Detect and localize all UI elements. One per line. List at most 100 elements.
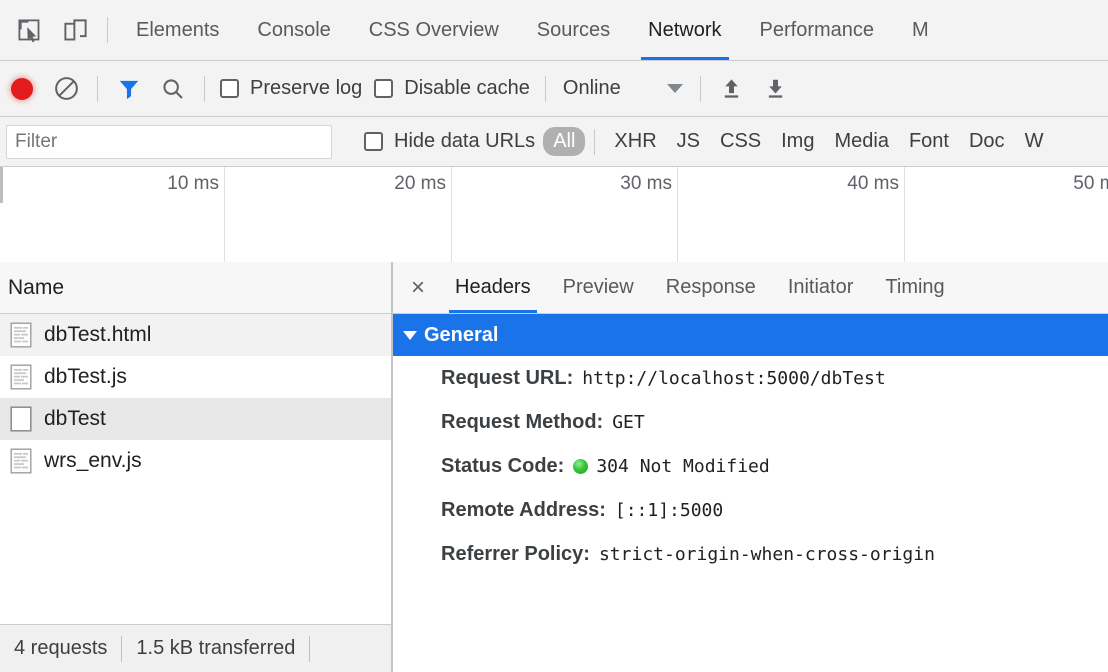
throttling-select[interactable]: Online — [555, 77, 691, 100]
devtools-window: Elements Console CSS Overview Sources Ne… — [0, 0, 1108, 672]
header-value: [::1]:5000 — [615, 500, 723, 521]
request-count: 4 requests — [0, 637, 121, 660]
download-icon — [763, 76, 788, 101]
ruler-tick-label-2: 20 ms — [394, 173, 446, 195]
toolbar-divider-3 — [545, 76, 546, 102]
request-row-dbtest[interactable]: dbTest — [0, 398, 391, 440]
filter-type-ws[interactable]: W — [1015, 127, 1054, 156]
tab-initiator[interactable]: Initiator — [772, 262, 870, 313]
disable-cache-label: Disable cache — [404, 77, 530, 100]
document-icon — [10, 364, 32, 390]
blank-document-icon — [10, 406, 32, 432]
request-row-dbtest-html[interactable]: dbTest.html — [0, 314, 391, 356]
header-row-referrer-policy: Referrer Policy: strict-origin-when-cros… — [393, 532, 1108, 576]
tab-elements[interactable]: Elements — [117, 0, 238, 60]
disable-cache-box — [374, 79, 393, 98]
disable-cache-checkbox[interactable]: Disable cache — [368, 77, 536, 100]
header-row-remote-address: Remote Address: [::1]:5000 — [393, 488, 1108, 532]
filter-type-css[interactable]: CSS — [710, 127, 771, 156]
document-icon — [10, 448, 32, 474]
preserve-log-box — [220, 79, 239, 98]
detail-tabbar: × Headers Preview Response Initiator Tim… — [393, 262, 1108, 314]
preserve-log-checkbox[interactable]: Preserve log — [214, 77, 368, 100]
filter-input[interactable] — [6, 125, 332, 159]
ruler-tick-label-5: 50 ms — [1073, 173, 1108, 195]
preserve-log-label: Preserve log — [250, 77, 362, 100]
request-detail-panel: × Headers Preview Response Initiator Tim… — [393, 262, 1108, 672]
filter-type-doc[interactable]: Doc — [959, 127, 1015, 156]
header-key: Status Code: — [441, 455, 564, 478]
request-column-header[interactable]: Name — [0, 262, 391, 314]
funnel-icon — [116, 76, 142, 102]
tab-network[interactable]: Network — [629, 0, 740, 60]
section-header-general[interactable]: General — [393, 314, 1108, 356]
toolbar-divider-1 — [97, 76, 98, 102]
status-divider-2 — [309, 636, 310, 662]
tab-console[interactable]: Console — [238, 0, 349, 60]
header-value: http://localhost:5000/dbTest — [582, 368, 885, 389]
tab-css-overview[interactable]: CSS Overview — [350, 0, 518, 60]
request-name: dbTest.js — [44, 365, 127, 389]
ruler-tick-label-3: 30 ms — [620, 173, 672, 195]
filter-bar: Hide data URLs All XHR JS CSS Img Media … — [0, 117, 1108, 167]
status-ok-icon — [573, 459, 588, 474]
header-row-request-url: Request URL: http://localhost:5000/dbTes… — [393, 356, 1108, 400]
network-toolbar: Preserve log Disable cache Online — [0, 61, 1108, 117]
filter-divider — [594, 129, 595, 155]
tabbar-divider — [107, 17, 108, 43]
upload-icon — [719, 76, 744, 101]
tab-headers[interactable]: Headers — [439, 262, 547, 313]
header-key: Referrer Policy: — [441, 543, 590, 566]
headers-body: General Request URL: http://localhost:50… — [393, 314, 1108, 672]
search-icon — [160, 76, 186, 102]
document-icon — [10, 322, 32, 348]
request-name: dbTest — [44, 407, 106, 431]
tab-sources[interactable]: Sources — [518, 0, 629, 60]
hide-data-urls-box — [364, 132, 383, 151]
inspect-element-icon[interactable] — [6, 7, 52, 53]
request-row-dbtest-js[interactable]: dbTest.js — [0, 356, 391, 398]
clear-icon — [53, 75, 80, 102]
ruler-tick-label-1: 10 ms — [167, 173, 219, 195]
filter-type-img[interactable]: Img — [771, 127, 824, 156]
filter-toggle-button[interactable] — [107, 67, 151, 111]
clear-button[interactable] — [44, 67, 88, 111]
request-row-wrs-env-js[interactable]: wrs_env.js — [0, 440, 391, 482]
chevron-down-icon — [667, 84, 683, 93]
request-name: wrs_env.js — [44, 449, 142, 473]
tab-timing[interactable]: Timing — [869, 262, 960, 313]
search-button[interactable] — [151, 67, 195, 111]
request-name: dbTest.html — [44, 323, 151, 347]
triangle-down-icon — [403, 331, 417, 340]
tab-memory[interactable]: M — [893, 0, 948, 60]
import-har-button[interactable] — [710, 67, 754, 111]
record-button[interactable] — [0, 67, 44, 111]
filter-type-font[interactable]: Font — [899, 127, 959, 156]
inspect-element-glyph — [16, 17, 43, 44]
filter-type-js[interactable]: JS — [667, 127, 710, 156]
transferred-size: 1.5 kB transferred — [122, 637, 309, 660]
hide-data-urls-label: Hide data URLs — [394, 130, 535, 153]
filter-type-all[interactable]: All — [543, 127, 585, 156]
request-list[interactable]: dbTest.html dbTest.js — [0, 314, 391, 624]
toolbar-divider-4 — [700, 76, 701, 102]
header-row-request-method: Request Method: GET — [393, 400, 1108, 444]
tab-performance[interactable]: Performance — [741, 0, 894, 60]
device-toolbar-icon[interactable] — [52, 7, 98, 53]
tab-preview[interactable]: Preview — [547, 262, 650, 313]
header-key: Remote Address: — [441, 499, 606, 522]
tab-response[interactable]: Response — [650, 262, 772, 313]
header-key: Request Method: — [441, 411, 603, 434]
hide-data-urls-checkbox[interactable]: Hide data URLs — [358, 130, 541, 153]
device-toolbar-glyph — [62, 17, 89, 44]
section-title: General — [424, 324, 498, 347]
filter-type-xhr[interactable]: XHR — [604, 127, 666, 156]
close-icon[interactable]: × — [397, 267, 439, 309]
export-har-button[interactable] — [754, 67, 798, 111]
devtools-tabbar: Elements Console CSS Overview Sources Ne… — [0, 0, 1108, 61]
header-value: GET — [612, 412, 645, 433]
throttling-value: Online — [563, 77, 621, 100]
network-split-view: Name dbTest.html — [0, 262, 1108, 672]
filter-type-media[interactable]: Media — [824, 127, 898, 156]
network-status-bar: 4 requests 1.5 kB transferred — [0, 624, 391, 672]
